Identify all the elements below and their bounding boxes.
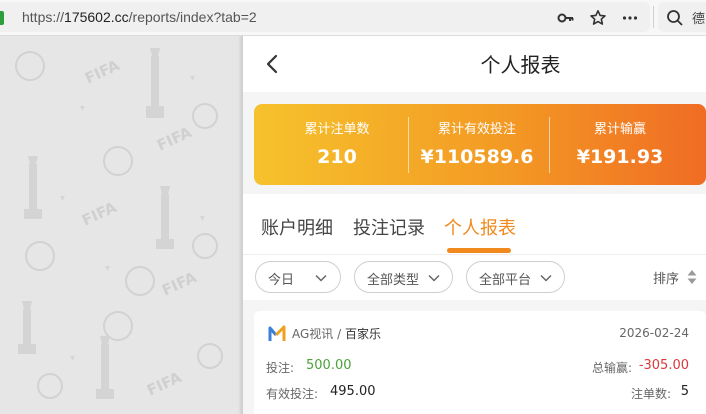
platform-name: AG视讯 — [292, 327, 334, 341]
sort-icon[interactable] — [686, 268, 698, 286]
summary-bet-count: 累计注单数 210 — [262, 104, 412, 185]
total-win-loss-label: 总输赢: — [592, 361, 633, 375]
platform-filter-dropdown[interactable]: 全部平台 — [466, 261, 565, 293]
bet-count-value: 210 — [317, 146, 357, 168]
svg-text:FIFA: FIFA — [82, 56, 123, 88]
summary-card: 累计注单数 210 累计有效投注 ¥110589.6 累计输赢 ¥191.93 — [254, 104, 706, 185]
record-date: 2026-02-24 — [619, 326, 689, 340]
date-filter-label: 今日 — [268, 273, 295, 288]
page-title: 个人报表 — [480, 53, 561, 77]
url-prefix: https:// — [22, 9, 65, 25]
bet-amount-value: 500.00 — [306, 358, 352, 373]
chevron-down-icon — [428, 274, 440, 282]
address-text[interactable]: https://175602.cc/reports/index?tab=2 — [22, 9, 257, 25]
browser-toolbar: https://175602.cc/reports/index?tab=2 德 — [0, 0, 706, 36]
chevron-down-icon — [540, 274, 552, 282]
active-tab-indicator — [447, 248, 511, 253]
win-loss-label: 累计输赢 — [593, 122, 646, 137]
valid-bet-value: ¥110589.6 — [420, 146, 534, 168]
valid-bet-amount-value: 495.00 — [330, 384, 376, 399]
bet-count-label: 累计注单数 — [304, 122, 370, 137]
browser-search-text: 德 — [692, 12, 706, 27]
svg-text:FIFA: FIFA — [144, 368, 185, 400]
svg-text:FIFA: FIFA — [159, 268, 200, 300]
sort-button[interactable]: 排序 — [653, 268, 679, 287]
tab-personal-report[interactable]: 个人报表 — [444, 214, 516, 240]
platform-filter-label: 全部平台 — [479, 273, 532, 288]
key-icon[interactable] — [557, 9, 575, 27]
game-name: AG视讯 / 百家乐 — [292, 325, 381, 342]
address-bar[interactable]: https://175602.cc/reports/index?tab=2 — [0, 2, 650, 32]
tab-account-details[interactable]: 账户明细 — [261, 214, 333, 240]
summary-valid-bet: 累计有效投注 ¥110589.6 — [402, 104, 552, 185]
soccer-pattern-image: FIFA FIFA FIFA FIFA FIFA — [15, 48, 223, 400]
bet-count-row-label: 注单数: — [631, 387, 672, 401]
total-win-loss-value: -305.00 — [638, 358, 689, 373]
chevron-down-icon — [315, 274, 327, 282]
report-page: 个人报表 累计注单数 210 累计有效投注 ¥110589.6 累计输赢 ¥19… — [243, 36, 706, 414]
valid-bet-label: 累计有效投注 — [437, 122, 516, 137]
url-path: /reports/index?tab=2 — [128, 9, 257, 25]
type-filter-label: 全部类型 — [367, 273, 420, 288]
favorite-star-icon[interactable] — [589, 9, 607, 27]
url-host: 175602.cc — [64, 9, 129, 25]
summary-win-loss: 累计输赢 ¥191.93 — [545, 104, 695, 185]
secure-indicator — [0, 11, 4, 25]
page-header: 个人报表 — [243, 36, 706, 92]
date-filter-dropdown[interactable]: 今日 — [255, 261, 341, 293]
svg-text:FIFA: FIFA — [154, 123, 195, 155]
report-tabs: 账户明细 投注记录 个人报表 — [243, 194, 706, 254]
win-loss-value: ¥191.93 — [576, 146, 664, 168]
tab-bet-records[interactable]: 投注记录 — [353, 214, 425, 240]
svg-text:FIFA: FIFA — [79, 198, 120, 230]
filter-bar: 今日 全部类型 全部平台 排序 — [243, 254, 706, 300]
search-icon — [667, 10, 683, 26]
more-menu-icon[interactable] — [621, 9, 639, 27]
report-record-card[interactable]: AG视讯 / 百家乐 2026-02-24 投注: 500.00 总输赢: -3… — [254, 311, 706, 414]
type-filter-dropdown[interactable]: 全部类型 — [354, 261, 453, 293]
game-type-name: 百家乐 — [345, 327, 382, 341]
background-pattern: FIFA FIFA FIFA FIFA FIFA — [0, 36, 242, 414]
toolbar-divider — [653, 6, 654, 28]
bet-count-row-value: 5 — [680, 384, 689, 399]
ag-logo-icon — [268, 325, 286, 341]
valid-bet-amount-label: 有效投注: — [266, 387, 319, 401]
bet-amount-label: 投注: — [266, 361, 295, 375]
name-separator: / — [337, 327, 342, 341]
